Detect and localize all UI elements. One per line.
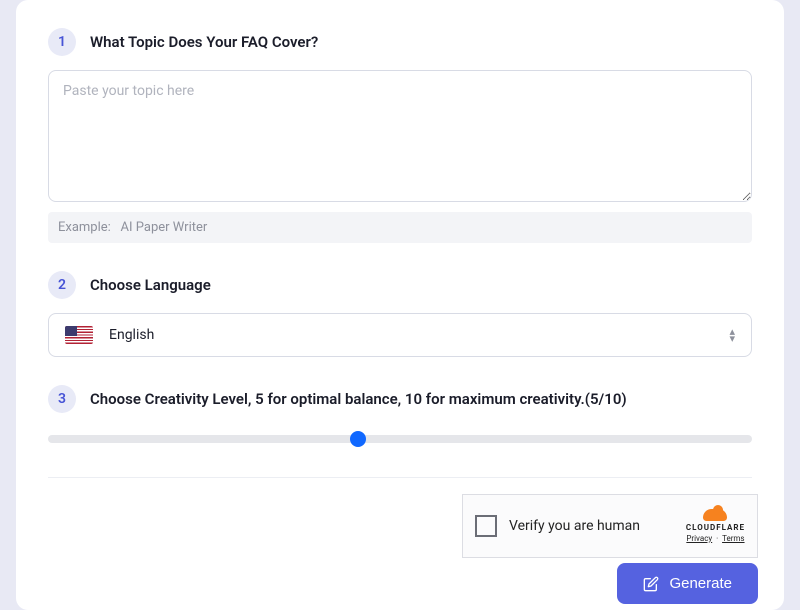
captcha-links: Privacy · Terms bbox=[686, 534, 744, 543]
divider bbox=[48, 477, 752, 478]
captcha-widget: Verify you are human CLOUDFLARE Privacy … bbox=[462, 494, 758, 558]
example-value: AI Paper Writer bbox=[121, 220, 208, 235]
language-name: English bbox=[109, 327, 154, 343]
step2-num-badge: 2 bbox=[48, 271, 76, 299]
cloudflare-logo-icon bbox=[703, 509, 727, 521]
slider-thumb[interactable] bbox=[350, 431, 366, 447]
example-label: Example: bbox=[58, 220, 111, 235]
step2-header: 2 Choose Language bbox=[48, 271, 752, 299]
creativity-slider[interactable] bbox=[48, 427, 752, 451]
generate-label: Generate bbox=[669, 575, 732, 592]
captcha-text: Verify you are human bbox=[509, 518, 674, 534]
form-card: 1 What Topic Does Your FAQ Cover? Exampl… bbox=[16, 0, 784, 610]
step3-title: Choose Creativity Level, 5 for optimal b… bbox=[90, 390, 627, 408]
chevron-up-down-icon: ▴▾ bbox=[729, 328, 735, 342]
slider-track bbox=[48, 435, 752, 443]
step1-header: 1 What Topic Does Your FAQ Cover? bbox=[48, 28, 752, 56]
captcha-brand: CLOUDFLARE Privacy · Terms bbox=[686, 509, 745, 543]
captcha-privacy-link[interactable]: Privacy bbox=[686, 534, 712, 543]
generate-button[interactable]: Generate bbox=[617, 563, 758, 604]
edit-icon bbox=[643, 576, 659, 592]
step1-title: What Topic Does Your FAQ Cover? bbox=[90, 33, 318, 51]
captcha-checkbox[interactable] bbox=[475, 515, 497, 537]
step3-header: 3 Choose Creativity Level, 5 for optimal… bbox=[48, 385, 752, 413]
example-hint: Example: AI Paper Writer bbox=[48, 212, 752, 243]
language-select[interactable]: English ▴▾ bbox=[48, 313, 752, 357]
cloudflare-name: CLOUDFLARE bbox=[686, 523, 745, 532]
flag-us-icon bbox=[65, 326, 93, 344]
step3-num-badge: 3 bbox=[48, 385, 76, 413]
topic-input[interactable] bbox=[48, 70, 752, 202]
step2-title: Choose Language bbox=[90, 276, 211, 294]
step1-num-badge: 1 bbox=[48, 28, 76, 56]
captcha-terms-link[interactable]: Terms bbox=[722, 534, 744, 543]
language-selected: English bbox=[65, 326, 154, 344]
